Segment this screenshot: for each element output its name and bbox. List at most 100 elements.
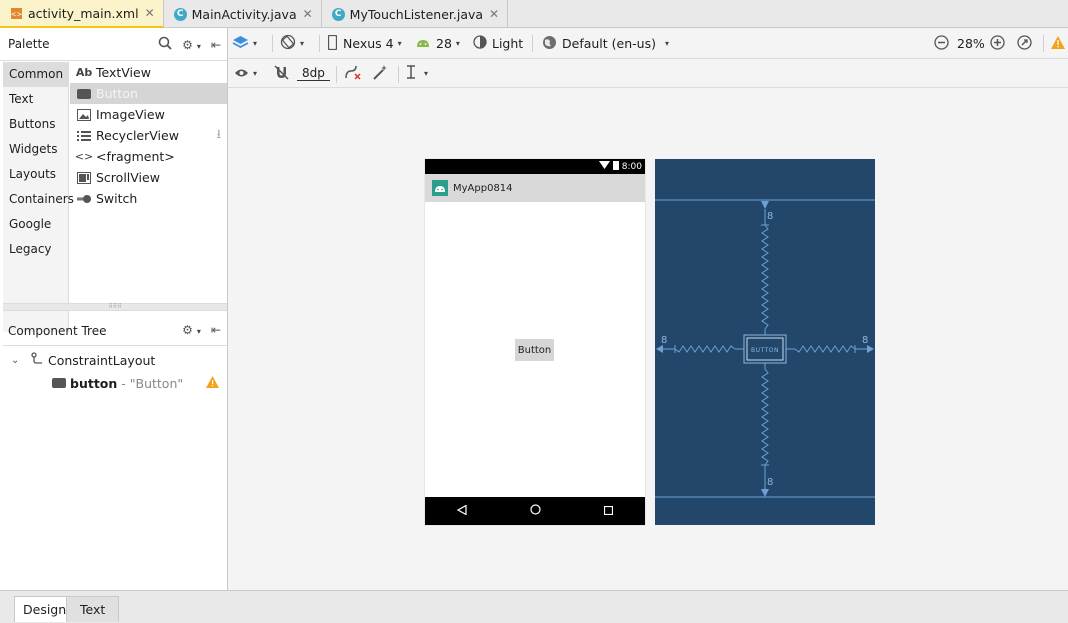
locale-dropdown[interactable]: Default (en-us) ▾: [542, 28, 669, 59]
gear-icon[interactable]: ⚙ ▾: [182, 323, 201, 337]
api-level-dropdown[interactable]: 28 ▾: [416, 28, 460, 59]
close-icon[interactable]: ✕: [489, 7, 499, 21]
infer-constraints-button[interactable]: [372, 59, 388, 88]
tab-label: MyTouchListener.java: [349, 6, 484, 22]
back-icon: [456, 504, 467, 518]
palette-categories: Common Text Buttons Widgets Layouts Cont…: [3, 62, 74, 332]
palette-item-label: Button: [96, 86, 138, 101]
guidelines-dropdown[interactable]: ▾: [406, 59, 428, 88]
wifi-icon: [598, 161, 610, 172]
zoom-in-button[interactable]: [990, 28, 1005, 59]
tab-text[interactable]: Text: [66, 596, 120, 622]
chevron-down-icon[interactable]: ⌄: [11, 355, 25, 366]
palette-title: Palette: [8, 37, 50, 51]
download-icon[interactable]: ⭳: [217, 125, 221, 146]
editor-mode-tabs: Design Text: [0, 590, 1068, 623]
palette-item-label: ImageView: [96, 107, 165, 122]
right-constraint[interactable]: [786, 345, 874, 353]
gear-icon[interactable]: ⚙ ▾: [182, 38, 201, 52]
category-text[interactable]: Text: [3, 87, 68, 112]
tree-item-constraintlayout[interactable]: ⌄ ConstraintLayout: [3, 349, 227, 371]
tab-my-touch-listener-java[interactable]: C MyTouchListener.java ✕: [322, 0, 509, 28]
palette-item-imageview[interactable]: ImageView: [70, 104, 227, 125]
left-constraint[interactable]: [656, 345, 744, 353]
tree-item-button[interactable]: button - "Button": [3, 372, 227, 394]
app-title: MyApp0814: [453, 182, 513, 194]
component-tree-title: Component Tree: [8, 323, 107, 338]
java-class-icon: C: [173, 7, 187, 21]
category-buttons[interactable]: Buttons: [3, 112, 68, 137]
hide-panel-icon[interactable]: ⇤: [211, 38, 221, 52]
constraint-layout-icon: [31, 352, 43, 368]
view-options-dropdown[interactable]: ▾: [234, 59, 257, 88]
category-google[interactable]: Google: [3, 212, 68, 237]
toolbar-separator: [319, 35, 320, 52]
app-bar: MyApp0814: [425, 174, 645, 202]
toolbar-separator: [336, 66, 337, 83]
palette-item-switch[interactable]: Switch: [70, 188, 227, 209]
clear-constraints-button[interactable]: [344, 59, 362, 88]
zoom-fit-button[interactable]: [1017, 28, 1032, 59]
recents-icon: [604, 504, 614, 518]
phone-icon: [327, 34, 338, 53]
java-class-icon: C: [331, 7, 345, 21]
bottom-margin-label: 8: [767, 477, 773, 488]
toolbar-separator: [272, 35, 273, 52]
design-toolbar: ▾ ▾ Nexus 4 ▾ 28 ▾ Light Default (en-us)…: [228, 28, 1068, 59]
magic-wand-icon: [372, 64, 388, 83]
palette-item-button[interactable]: Button: [70, 83, 227, 104]
default-margin-dropdown[interactable]: 8dp: [297, 59, 330, 88]
palette-item-recyclerview[interactable]: RecyclerView ⭳: [70, 125, 227, 146]
palette-items: Ab TextView Button ImageView RecyclerVie…: [70, 62, 227, 332]
toolbar-separator: [532, 35, 533, 52]
warnings-button[interactable]: [1051, 28, 1065, 59]
top-margin-label: 8: [767, 211, 773, 222]
preview-button[interactable]: Button: [515, 339, 554, 361]
locale-label: Default (en-us): [562, 36, 656, 51]
constraint-toolbar: ▾ 8dp ▾: [228, 59, 1068, 88]
theme-button[interactable]: Light: [473, 28, 523, 59]
category-layouts[interactable]: Layouts: [3, 162, 68, 187]
zoom-level: 28%: [957, 36, 985, 51]
device-dropdown[interactable]: Nexus 4 ▾: [327, 28, 402, 59]
palette-item-fragment[interactable]: <> <fragment>: [70, 146, 227, 167]
zoom-out-icon: [934, 34, 949, 53]
orientation-dropdown[interactable]: ▾: [280, 28, 304, 59]
category-legacy[interactable]: Legacy: [3, 237, 68, 262]
design-surface-dropdown[interactable]: ▾: [232, 28, 257, 59]
toolbar-separator: [1043, 35, 1044, 52]
tab-activity-main-xml[interactable]: <> activity_main.xml ✕: [0, 0, 164, 28]
xml-file-icon: <>: [10, 7, 23, 20]
palette-item-label: <fragment>: [96, 149, 175, 164]
warning-icon[interactable]: [206, 376, 219, 391]
palette-item-textview[interactable]: Ab TextView: [70, 62, 227, 83]
close-icon[interactable]: ✕: [145, 6, 155, 20]
hide-panel-icon[interactable]: ⇤: [211, 323, 221, 337]
panel-splitter[interactable]: ⠿⠿⠿: [3, 303, 227, 311]
close-icon[interactable]: ✕: [303, 7, 313, 21]
autoconnect-toggle[interactable]: [274, 59, 289, 88]
theme-label: Light: [492, 36, 524, 51]
palette-item-label: Switch: [96, 191, 138, 206]
palette-item-scrollview[interactable]: ScrollView: [70, 167, 227, 188]
theme-icon: [473, 35, 487, 52]
palette-item-label: RecyclerView: [96, 128, 179, 143]
switch-icon: [76, 194, 92, 204]
tab-main-activity-java[interactable]: C MainActivity.java ✕: [164, 0, 322, 28]
zoom-fit-icon: [1017, 34, 1032, 53]
category-common[interactable]: Common: [3, 62, 68, 87]
category-containers[interactable]: Containers: [3, 187, 74, 212]
left-panel: Palette ⚙ ▾ ⇤ Common Text Buttons Widgets…: [0, 28, 228, 590]
design-preview[interactable]: 8:00 MyApp0814 Button: [425, 159, 645, 525]
navigation-bar: [425, 497, 645, 525]
category-widgets[interactable]: Widgets: [3, 137, 68, 162]
blueprint-view[interactable]: BUTTON 8 8 8 8: [655, 159, 875, 525]
zoom-out-button[interactable]: [934, 28, 949, 59]
scroll-icon: [76, 171, 92, 184]
design-canvas[interactable]: 8:00 MyApp0814 Button BUTTON 8 8 8 8: [228, 88, 1068, 590]
search-icon[interactable]: [158, 36, 172, 53]
tab-label: MainActivity.java: [191, 6, 297, 22]
zoom-in-icon: [990, 34, 1005, 53]
svg-text:<>: <>: [11, 10, 23, 18]
tab-label: activity_main.xml: [28, 5, 139, 21]
